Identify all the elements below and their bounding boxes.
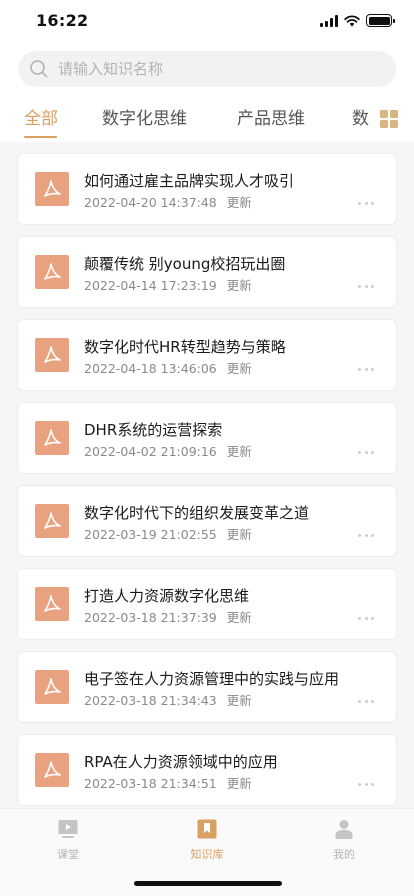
signal-icon <box>320 14 338 27</box>
item-tag: 更新 <box>226 776 252 791</box>
tab-product-thinking[interactable]: 产品思维 <box>237 104 305 129</box>
tab-digital-thinking[interactable]: 数字化思维 <box>102 104 187 129</box>
more-icon[interactable] <box>358 368 374 372</box>
person-icon <box>334 819 354 839</box>
more-icon[interactable] <box>358 202 374 206</box>
item-title: 数字化时代下的组织发展变革之道 <box>84 504 310 522</box>
item-title: 如何通过雇主品牌实现人才吸引 <box>84 172 295 190</box>
list-item[interactable]: 打造人力资源数字化思维 2022-03-18 21:37:39 更新 <box>17 568 397 640</box>
item-date: 2022-04-02 21:09:16 <box>84 444 217 459</box>
list-item[interactable]: 电子签在人力资源管理中的实践与应用 2022-03-18 21:34:43 更新 <box>17 651 397 723</box>
item-tag: 更新 <box>226 610 252 625</box>
tab-clipped[interactable]: 数 <box>352 104 369 129</box>
search-icon <box>30 60 48 78</box>
knowledge-list: 如何通过雇主品牌实现人才吸引 2022-04-20 14:37:48 更新 颠覆传… <box>0 142 414 808</box>
pdf-icon <box>35 753 69 787</box>
tabbar-profile[interactable]: 我的 <box>304 819 384 862</box>
item-meta: 2022-04-02 21:09:16 更新 <box>84 441 252 460</box>
pdf-icon <box>35 587 69 621</box>
item-meta: 2022-03-18 21:37:39 更新 <box>84 607 252 626</box>
list-item[interactable]: 数字化时代HR转型趋势与策略 2022-04-18 13:46:06 更新 <box>17 319 397 391</box>
pdf-icon <box>35 255 69 289</box>
pdf-icon <box>35 421 69 455</box>
item-date: 2022-03-18 21:34:51 <box>84 776 217 791</box>
item-tag: 更新 <box>226 693 252 708</box>
item-tag: 更新 <box>226 195 252 210</box>
list-item[interactable]: 颠覆传统 别young校招玩出圈 2022-04-14 17:23:19 更新 <box>17 236 397 308</box>
item-meta: 2022-04-20 14:37:48 更新 <box>84 192 252 211</box>
more-icon[interactable] <box>358 700 374 704</box>
list-item[interactable]: 数字化时代下的组织发展变革之道 2022-03-19 21:02:55 更新 <box>17 485 397 557</box>
tabbar-label: 课堂 <box>57 848 79 861</box>
item-title: 数字化时代HR转型趋势与策略 <box>84 338 286 356</box>
pdf-icon <box>35 504 69 538</box>
item-meta: 2022-04-14 17:23:19 更新 <box>84 275 252 294</box>
item-tag: 更新 <box>226 361 252 376</box>
bookmark-icon <box>197 819 217 839</box>
pdf-icon <box>35 172 69 206</box>
more-icon[interactable] <box>358 285 374 289</box>
list-item[interactable]: DHR系统的运营探索 2022-04-02 21:09:16 更新 <box>17 402 397 474</box>
tabbar-label: 知识库 <box>190 848 224 861</box>
more-icon[interactable] <box>358 451 374 455</box>
home-indicator <box>134 881 282 886</box>
list-item[interactable]: RPA在人力资源领域中的应用 2022-03-18 21:34:51 更新 <box>17 734 397 806</box>
item-meta: 2022-03-18 21:34:43 更新 <box>84 690 252 709</box>
pdf-icon <box>35 338 69 372</box>
wifi-icon <box>344 14 360 26</box>
more-icon[interactable] <box>358 783 374 787</box>
category-tabs: 全部 数字化思维 产品思维 数 <box>0 96 414 142</box>
item-date: 2022-03-19 21:02:55 <box>84 527 217 542</box>
search-bar[interactable] <box>18 51 396 87</box>
pdf-icon <box>35 670 69 704</box>
tabbar-classroom[interactable]: 课堂 <box>28 819 108 862</box>
item-title: RPA在人力资源领域中的应用 <box>84 753 278 771</box>
grid-icon[interactable] <box>380 110 398 128</box>
item-title: DHR系统的运营探索 <box>84 421 223 439</box>
item-title: 打造人力资源数字化思维 <box>84 587 250 605</box>
item-meta: 2022-03-18 21:34:51 更新 <box>84 773 252 792</box>
item-date: 2022-03-18 21:34:43 <box>84 693 217 708</box>
tabbar-label: 我的 <box>333 848 355 861</box>
tabs-overflow: 数 <box>340 96 374 142</box>
item-tag: 更新 <box>226 278 252 293</box>
tabbar-knowledge[interactable]: 知识库 <box>167 819 247 862</box>
status-icons <box>320 14 395 27</box>
item-title: 颠覆传统 别young校招玩出圈 <box>84 255 286 273</box>
item-meta: 2022-03-19 21:02:55 更新 <box>84 524 252 543</box>
list-item[interactable]: 如何通过雇主品牌实现人才吸引 2022-04-20 14:37:48 更新 <box>17 153 397 225</box>
status-time: 16:22 <box>36 11 89 30</box>
tab-all[interactable]: 全部 <box>24 104 58 129</box>
more-icon[interactable] <box>358 534 374 538</box>
item-date: 2022-03-18 21:37:39 <box>84 610 217 625</box>
item-meta: 2022-04-18 13:46:06 更新 <box>84 358 252 377</box>
battery-icon <box>366 14 395 27</box>
item-tag: 更新 <box>226 444 252 459</box>
item-tag: 更新 <box>226 527 252 542</box>
search-input[interactable] <box>58 51 378 87</box>
item-date: 2022-04-14 17:23:19 <box>84 278 217 293</box>
status-bar: 16:22 <box>0 0 414 44</box>
more-icon[interactable] <box>358 617 374 621</box>
item-title: 电子签在人力资源管理中的实践与应用 <box>84 670 340 688</box>
item-date: 2022-04-20 14:37:48 <box>84 195 217 210</box>
active-tab-indicator <box>24 136 57 138</box>
play-icon <box>58 819 78 839</box>
item-date: 2022-04-18 13:46:06 <box>84 361 217 376</box>
